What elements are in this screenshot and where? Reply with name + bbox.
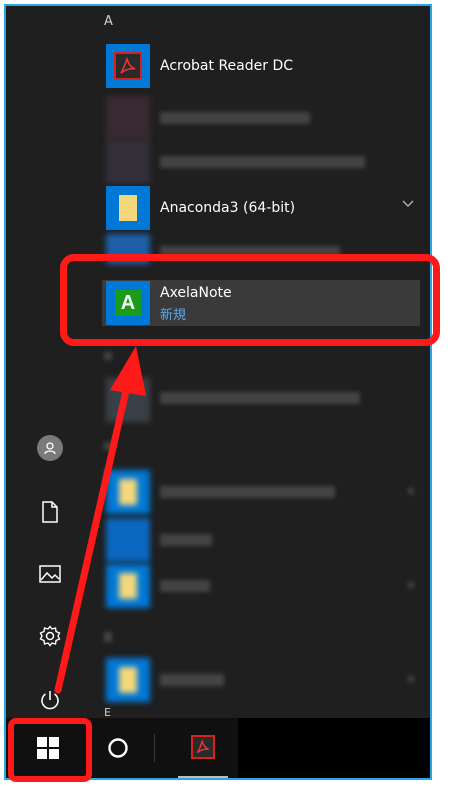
taskbar-separator	[154, 734, 155, 762]
app-item-blurred[interactable]	[102, 234, 420, 280]
settings-button[interactable]	[36, 622, 64, 650]
start-menu: A Acrobat Reader DC Anaconda3 (64-bit) A…	[4, 4, 432, 780]
app-item-blurred[interactable]	[102, 378, 420, 424]
section-letter-blurred	[104, 442, 112, 450]
app-label: Anaconda3 (64-bit)	[160, 200, 296, 216]
app-label: AxelaNote	[160, 285, 232, 301]
documents-icon	[42, 501, 58, 523]
app-icon	[106, 140, 150, 184]
app-item-blurred[interactable]	[102, 140, 420, 186]
section-letter-blurred	[104, 352, 112, 360]
acrobat-taskbar-button[interactable]	[178, 718, 228, 778]
app-item-blurred[interactable]	[102, 96, 420, 142]
start-rail	[6, 6, 94, 718]
cortana-search-icon	[108, 738, 128, 758]
axelanote-icon: A	[106, 281, 150, 325]
chevron-down-icon[interactable]	[402, 200, 414, 208]
new-badge: 新規	[160, 308, 187, 323]
documents-button[interactable]	[36, 498, 64, 526]
app-icon	[106, 234, 150, 264]
pictures-button[interactable]	[36, 560, 64, 588]
section-letter-blurred	[104, 632, 112, 642]
user-avatar-icon	[37, 435, 63, 461]
section-letter-a[interactable]: A	[104, 14, 113, 29]
folder-icon	[106, 186, 150, 230]
app-item-blurred[interactable]	[102, 658, 420, 704]
taskbar-redacted-area	[238, 718, 430, 778]
app-icon	[106, 518, 150, 562]
app-list: A Acrobat Reader DC Anaconda3 (64-bit) A…	[94, 6, 430, 719]
acrobat-taskbar-icon	[191, 735, 215, 759]
app-item-acrobat[interactable]: Acrobat Reader DC	[102, 44, 420, 90]
taskbar	[6, 718, 430, 778]
power-icon	[41, 691, 59, 710]
windows-start-icon	[37, 737, 59, 759]
cortana-search-button[interactable]	[96, 718, 140, 778]
folder-icon	[106, 564, 150, 608]
app-icon	[106, 96, 150, 140]
user-account-button[interactable]	[36, 434, 64, 462]
acrobat-icon	[106, 44, 150, 88]
app-item-anaconda[interactable]: Anaconda3 (64-bit)	[102, 186, 420, 232]
app-label: Acrobat Reader DC	[160, 58, 293, 74]
app-item-blurred[interactable]	[102, 470, 420, 516]
pictures-icon	[39, 565, 61, 583]
settings-icon	[39, 625, 61, 647]
app-item-axelanote[interactable]: A AxelaNote 新規	[102, 280, 420, 326]
app-item-blurred[interactable]	[102, 518, 420, 564]
folder-icon	[106, 470, 150, 514]
app-icon	[106, 378, 150, 422]
app-item-blurred[interactable]	[102, 564, 420, 610]
power-button[interactable]	[36, 686, 64, 714]
folder-icon	[106, 658, 150, 702]
start-button[interactable]	[6, 718, 90, 778]
